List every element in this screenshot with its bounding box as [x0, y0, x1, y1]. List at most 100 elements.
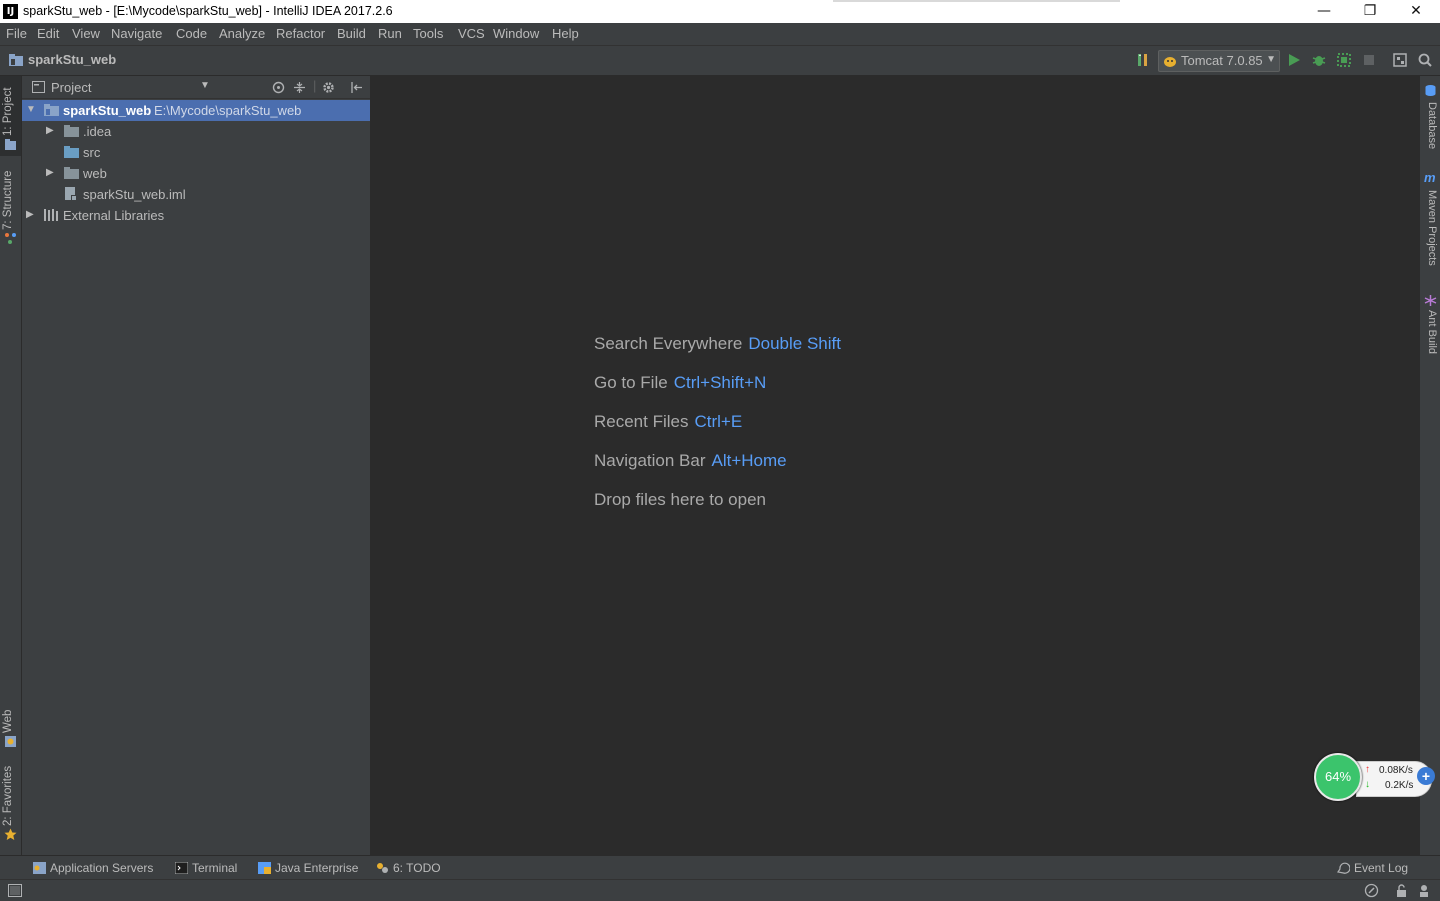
run-configuration-select[interactable]: Tomcat 7.0.85 ▼ — [1158, 50, 1280, 72]
menu-vcs[interactable]: VCS — [458, 26, 485, 41]
expand-arrow-icon[interactable]: ▶ — [26, 209, 34, 220]
tree-item-name: External Libraries — [63, 208, 165, 223]
menu-tools[interactable]: Tools — [413, 26, 443, 41]
menu-window[interactable]: Window — [493, 26, 539, 41]
structure-icon — [5, 233, 16, 244]
close-button[interactable]: ✕ — [1393, 0, 1439, 23]
project-panel-title[interactable]: Project — [51, 80, 91, 95]
tab-structure-label: 7: Structure — [2, 170, 14, 230]
tab-todo[interactable]: 6: TODO — [376, 861, 441, 875]
scroll-from-source-icon[interactable] — [272, 81, 285, 94]
menu-run[interactable]: Run — [378, 26, 402, 41]
build-project-icon[interactable] — [1135, 52, 1151, 68]
menu-navigate[interactable]: Navigate — [111, 26, 162, 41]
hint-label: Navigation Bar — [594, 451, 706, 470]
collapse-all-icon[interactable] — [293, 81, 306, 94]
right-tool-strip: Database m Maven Projects Ant Build — [1419, 76, 1440, 855]
tree-row-idea[interactable]: ▶ .idea — [22, 121, 370, 142]
tree-item-name: .idea — [83, 124, 112, 139]
maximize-button[interactable]: ❐ — [1347, 0, 1393, 23]
menu-code[interactable]: Code — [176, 26, 207, 41]
tree-row-iml[interactable]: sparkStu_web.iml — [22, 184, 370, 205]
module-folder-icon — [44, 104, 59, 116]
tab-favorites-label: 2: Favorites — [2, 765, 14, 826]
coverage-icon[interactable] — [1336, 52, 1352, 68]
gear-icon[interactable] — [322, 81, 336, 94]
hint-drop-files: Drop files here to open — [594, 490, 766, 510]
chevron-down-icon[interactable]: ▼ — [200, 80, 210, 91]
menu-bar: File Edit View Navigate Code Analyze Ref… — [0, 23, 1440, 46]
hector-icon[interactable] — [1418, 884, 1430, 897]
tab-web[interactable]: Web — [0, 701, 21, 751]
tab-label: Application Servers — [50, 861, 154, 875]
hint-shortcut: Ctrl+E — [694, 412, 743, 431]
tab-ant-build[interactable]: Ant Build — [1420, 292, 1440, 372]
tab-maven-projects[interactable]: m Maven Projects — [1420, 170, 1440, 282]
window-title: sparkStu_web - [E:\Mycode\sparkStu_web] … — [23, 4, 393, 18]
tree-item-name: sparkStu_web — [63, 103, 152, 118]
debug-icon[interactable] — [1311, 52, 1327, 68]
web-icon — [5, 736, 16, 747]
expand-arrow-icon[interactable]: ▼ — [26, 104, 36, 115]
hint-navigation-bar: Navigation Bar Alt+Home — [594, 451, 787, 471]
tab-project[interactable]: 1: Project — [0, 76, 21, 156]
inspector-icon[interactable] — [1364, 883, 1379, 898]
expand-arrow-icon[interactable]: ▶ — [46, 125, 54, 136]
search-icon[interactable] — [1417, 52, 1433, 68]
menu-analyze[interactable]: Analyze — [219, 26, 265, 41]
hint-label: Search Everywhere — [594, 334, 743, 353]
tree-row-web[interactable]: ▶ web — [22, 163, 370, 184]
tab-ant-label: Ant Build — [1426, 310, 1438, 355]
project-folder-icon — [9, 54, 23, 66]
tab-application-servers[interactable]: Application Servers — [33, 861, 153, 875]
expand-arrow-icon[interactable]: ▶ — [46, 167, 54, 178]
menu-view[interactable]: View — [72, 26, 100, 41]
server-icon — [33, 862, 46, 874]
hint-go-to-file: Go to File Ctrl+Shift+N — [594, 373, 766, 393]
folder-icon — [64, 125, 79, 137]
menu-edit[interactable]: Edit — [37, 26, 59, 41]
hint-recent-files: Recent Files Ctrl+E — [594, 412, 742, 432]
tree-row-src[interactable]: src — [22, 142, 370, 163]
download-speed: 0.2K/s — [1385, 780, 1414, 791]
menu-file[interactable]: File — [6, 26, 27, 41]
title-bar-shadow — [833, 0, 1120, 2]
breadcrumb-project[interactable]: sparkStu_web — [28, 52, 116, 67]
event-log-icon — [1337, 862, 1350, 874]
tab-database[interactable]: Database — [1420, 82, 1440, 162]
run-config-label: Tomcat 7.0.85 — [1181, 53, 1263, 68]
menu-refactor[interactable]: Refactor — [276, 26, 325, 41]
toggle-tool-windows-icon[interactable] — [8, 884, 22, 897]
folder-icon — [64, 167, 79, 179]
menu-help[interactable]: Help — [552, 26, 579, 41]
tab-structure[interactable]: 7: Structure — [0, 168, 21, 248]
tree-item-name: src — [83, 145, 101, 160]
tab-label: Event Log — [1354, 861, 1409, 875]
project-structure-icon[interactable] — [1392, 52, 1408, 68]
lock-icon[interactable] — [1396, 884, 1407, 897]
tab-web-label: Web — [2, 709, 14, 733]
plus-icon[interactable]: + — [1417, 767, 1435, 785]
tab-label: Java Enterprise — [275, 861, 359, 875]
ant-icon — [1424, 295, 1437, 306]
hide-panel-icon[interactable] — [350, 81, 363, 94]
tab-project-label: 1: Project — [2, 87, 14, 136]
tab-favorites[interactable]: 2: Favorites — [0, 766, 21, 846]
network-speed-widget[interactable]: ↑ 0.08K/s ↓ 0.2K/s 64% + — [1314, 753, 1438, 801]
menu-build[interactable]: Build — [337, 26, 366, 41]
hint-shortcut: Double Shift — [748, 334, 841, 353]
stop-icon[interactable] — [1361, 52, 1377, 68]
editor-empty-area[interactable]: Search Everywhere Double Shift Go to File… — [371, 76, 1418, 855]
tree-row-root[interactable]: ▼ sparkStu_web E:\Mycode\sparkStu_web — [22, 100, 370, 121]
project-view-icon — [32, 81, 45, 93]
tab-label: Terminal — [192, 861, 238, 875]
tab-java-enterprise[interactable]: Java Enterprise — [258, 861, 358, 875]
upload-arrow-icon: ↑ — [1365, 764, 1370, 775]
tab-terminal[interactable]: Terminal — [175, 861, 237, 875]
libraries-icon — [44, 209, 58, 221]
project-icon — [5, 139, 16, 150]
tab-event-log[interactable]: Event Log — [1337, 861, 1408, 875]
run-icon[interactable] — [1286, 52, 1302, 68]
minimize-button[interactable]: — — [1301, 0, 1347, 23]
tree-row-external-libraries[interactable]: ▶ External Libraries — [22, 205, 370, 226]
